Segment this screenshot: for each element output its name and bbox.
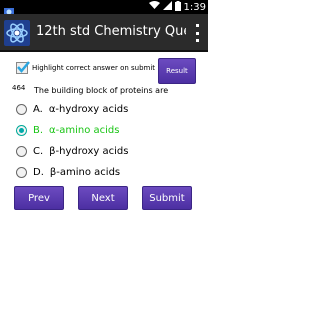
option-letter: A.	[33, 104, 43, 115]
option-letter: C.	[33, 146, 44, 157]
next-button[interactable]: Next	[78, 186, 128, 210]
quiz-content: Highlight correct answer on submit Resul…	[0, 54, 208, 310]
status-bar: 1:39	[0, 0, 208, 16]
battery-icon	[174, 0, 181, 14]
wifi-icon	[148, 1, 160, 13]
option-letter: B.	[33, 125, 44, 136]
option-a[interactable]: A. α-hydroxy acids	[16, 104, 128, 115]
option-text: β-hydroxy acids	[49, 146, 129, 157]
highlight-toggle[interactable]: Highlight correct answer on submit	[16, 61, 156, 74]
radio-b[interactable]	[16, 125, 27, 136]
result-button[interactable]: Result	[158, 58, 196, 84]
highlight-checkbox[interactable]	[16, 61, 30, 74]
action-bar: 12th std Chemistry Que...	[0, 14, 208, 52]
option-b[interactable]: B. α-amino acids	[16, 125, 120, 136]
option-d[interactable]: D. β-amino acids	[16, 167, 120, 178]
question-number: 464	[12, 84, 26, 92]
option-letter: D.	[33, 167, 44, 178]
app-notification-icon	[3, 2, 15, 16]
status-time: 1:39	[183, 1, 206, 13]
highlight-label: Highlight correct answer on submit	[32, 64, 156, 72]
radio-c[interactable]	[16, 146, 27, 157]
navigation-row: Prev Next Submit	[0, 186, 208, 210]
overflow-menu-icon[interactable]	[194, 24, 200, 42]
question-text: The building block of proteins are	[34, 86, 169, 95]
radio-a[interactable]	[16, 104, 27, 115]
option-c[interactable]: C. β-hydroxy acids	[16, 146, 128, 157]
submit-button[interactable]: Submit	[142, 186, 192, 210]
option-text: β-amino acids	[49, 167, 121, 178]
app-title: 12th std Chemistry Que...	[36, 24, 186, 39]
option-text: α-amino acids	[49, 125, 120, 136]
option-text: α-hydroxy acids	[48, 104, 129, 115]
prev-button[interactable]: Prev	[14, 186, 64, 210]
radio-d[interactable]	[16, 167, 27, 178]
atom-icon[interactable]	[4, 20, 30, 46]
signal-icon	[162, 1, 172, 13]
